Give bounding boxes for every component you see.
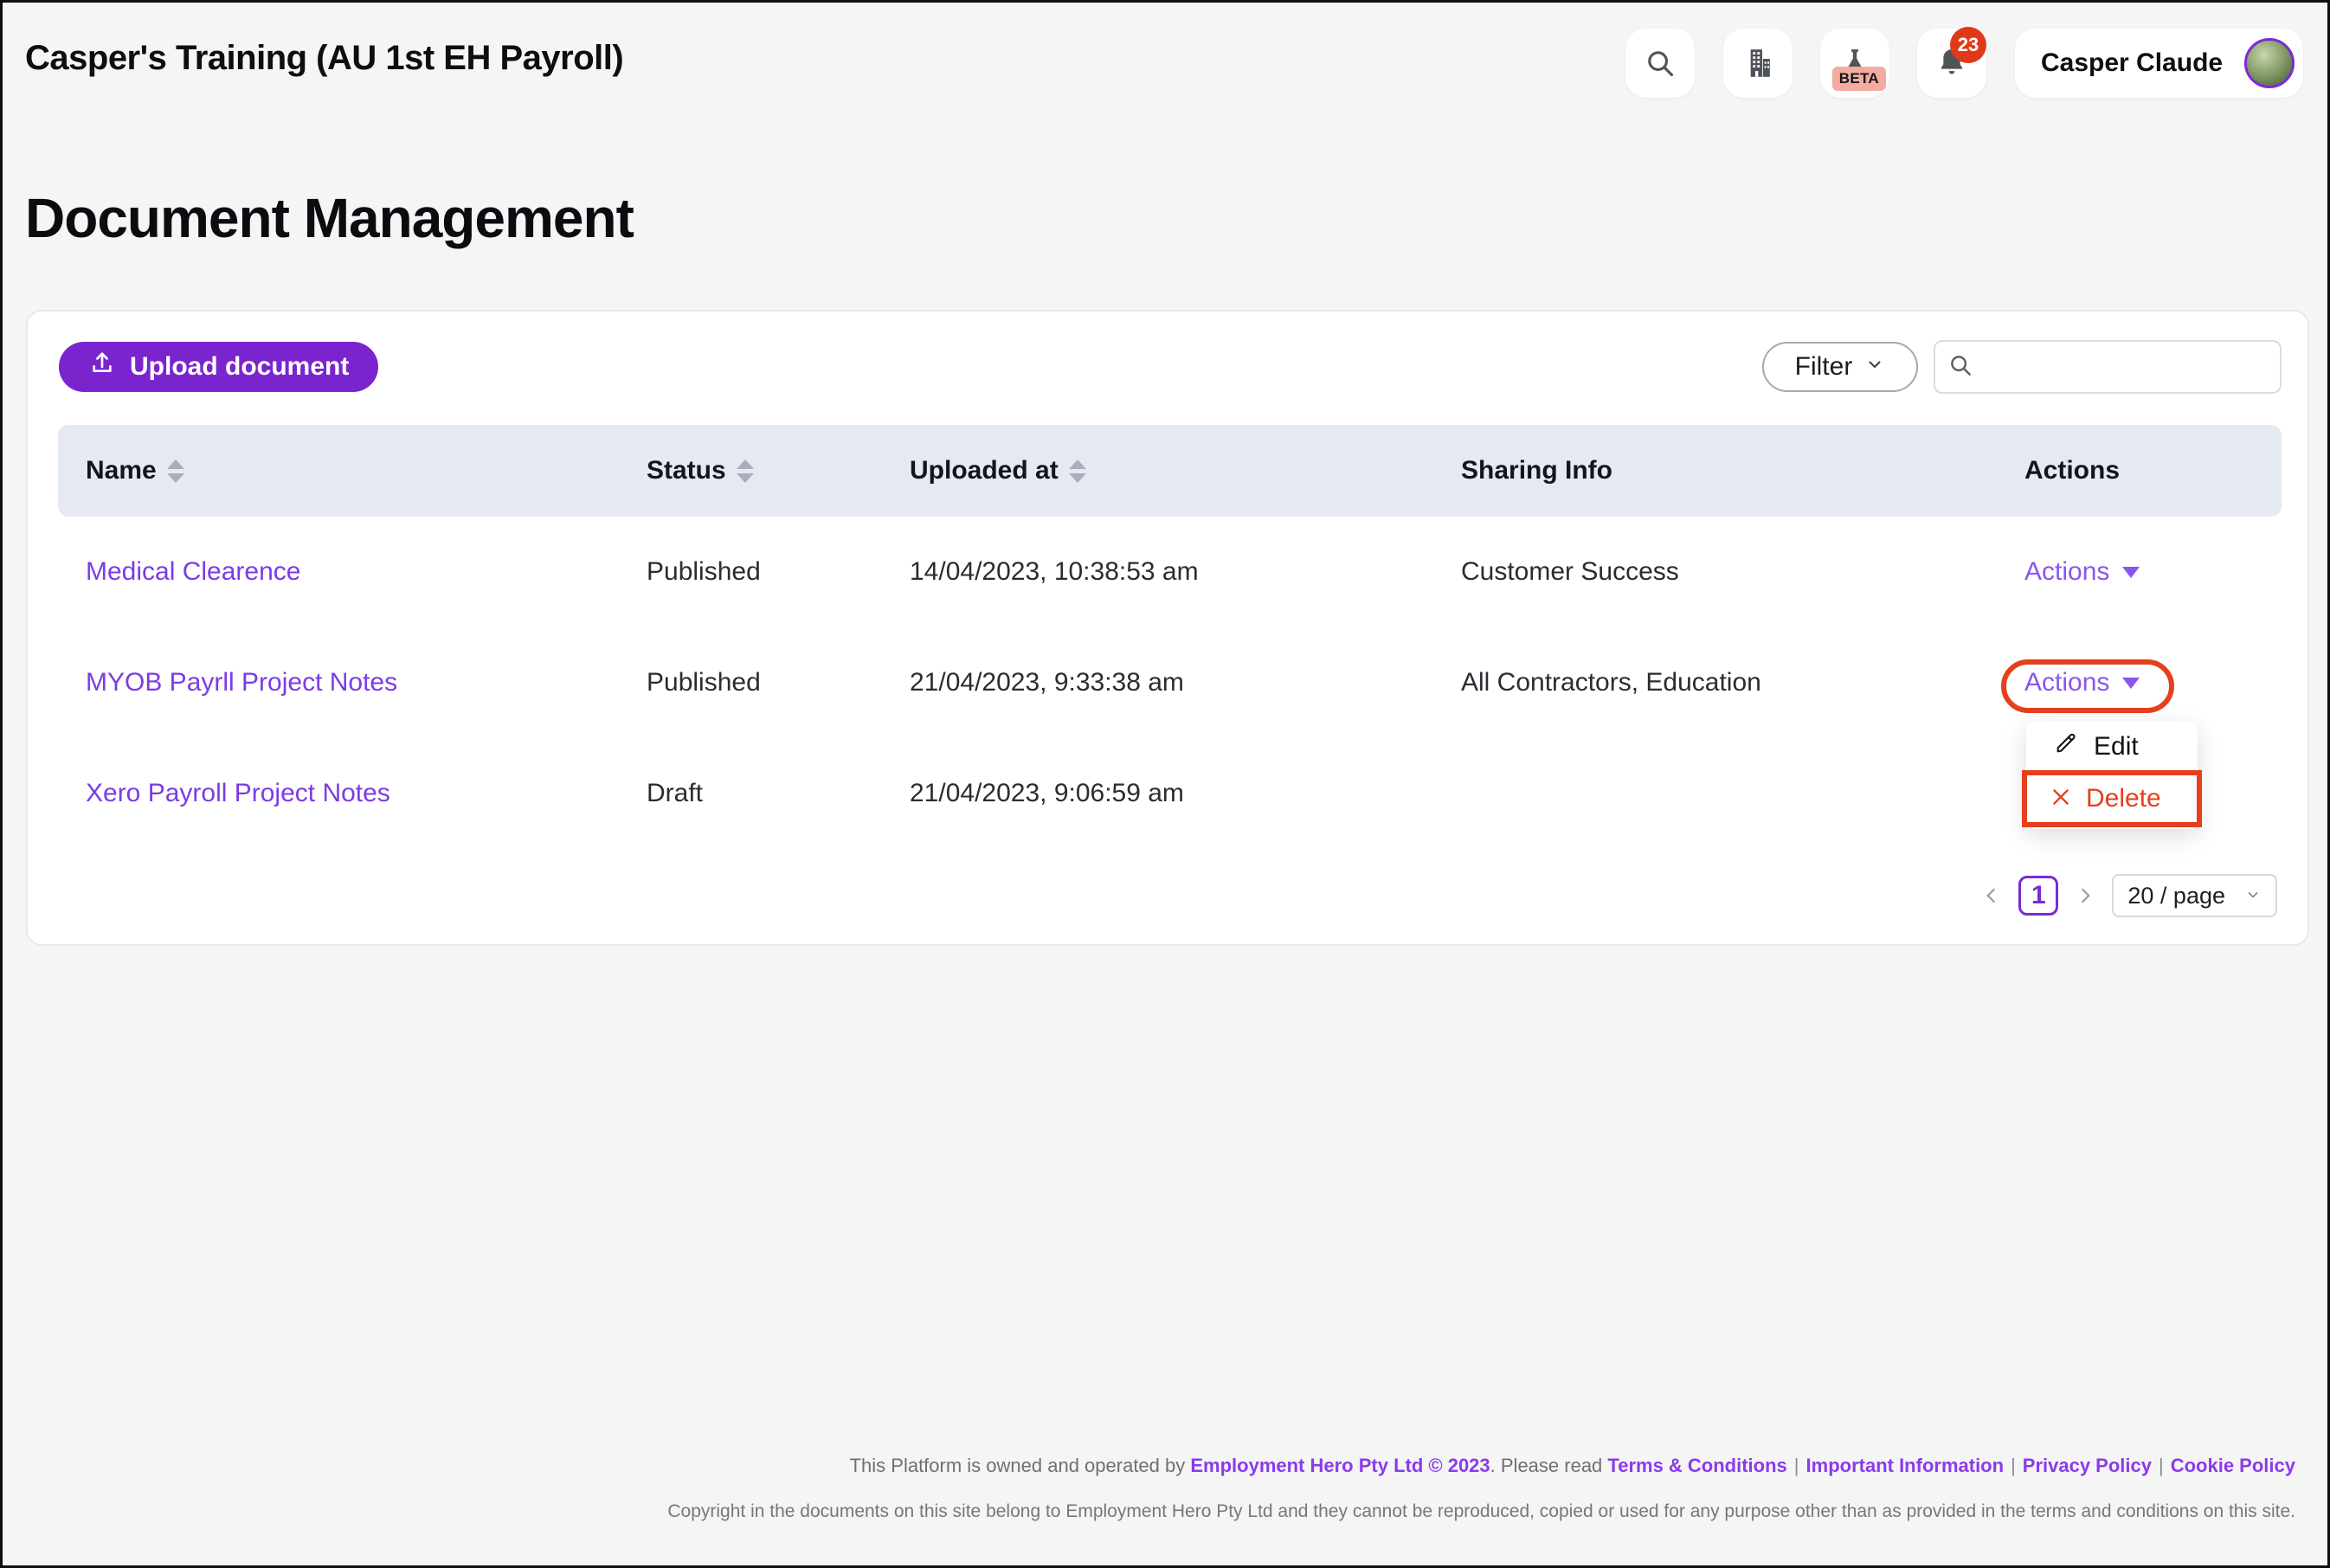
table-search[interactable] [1934, 340, 2282, 394]
organisation-button[interactable] [1723, 29, 1793, 98]
beta-badge: BETA [1832, 67, 1886, 91]
uploaded-at-cell: 21/04/2023, 9:33:38 am [910, 668, 1461, 697]
chevron-down-icon [2244, 883, 2262, 909]
notification-count-badge: 23 [1950, 27, 1986, 63]
table-header: Name Status Uploaded at Sharing Info Act… [58, 425, 2282, 517]
page-number-button[interactable]: 1 [2018, 876, 2058, 916]
menu-item-edit[interactable]: Edit [2026, 722, 2198, 772]
company-link[interactable]: Employment Hero Pty Ltd © 2023 [1190, 1455, 1490, 1476]
menu-item-delete[interactable]: Delete [2086, 784, 2161, 813]
sort-icon[interactable] [737, 459, 754, 483]
footer-legal-line: This Platform is owned and operated by E… [850, 1455, 2295, 1477]
table-body: Medical Clearence Published 14/04/2023, … [58, 517, 2282, 849]
column-header-actions: Actions [2024, 456, 2282, 485]
upload-document-button[interactable]: Upload document [59, 342, 378, 392]
search-icon [1947, 352, 1973, 382]
column-header-status[interactable]: Status [647, 456, 910, 485]
privacy-link[interactable]: Privacy Policy [2023, 1455, 2152, 1476]
x-icon [2050, 786, 2072, 813]
cookie-link[interactable]: Cookie Policy [2171, 1455, 2295, 1476]
global-search-button[interactable] [1625, 29, 1695, 98]
previous-page-button[interactable] [1980, 884, 2003, 907]
sharing-info-cell: Customer Success [1461, 557, 2024, 587]
uploaded-at-cell: 14/04/2023, 10:38:53 am [910, 557, 1461, 587]
table-row: MYOB Payrll Project Notes Published 21/0… [58, 627, 2282, 738]
caret-down-icon [2122, 678, 2140, 689]
documents-card: Upload document Filter Name Status [26, 310, 2309, 946]
search-icon [1644, 47, 1677, 80]
column-header-name[interactable]: Name [86, 456, 647, 485]
annotation-rectangle-delete: Delete [2022, 770, 2202, 827]
actions-dropdown-trigger[interactable]: Actions [2024, 557, 2140, 587]
column-header-uploaded-at[interactable]: Uploaded at [910, 456, 1461, 485]
beta-features-button[interactable]: BETA [1820, 29, 1889, 98]
status-cell: Published [647, 668, 910, 697]
table-row: Xero Payroll Project Notes Draft 21/04/2… [58, 738, 2282, 849]
avatar [2244, 38, 2295, 88]
actions-dropdown-trigger[interactable]: Actions [2024, 668, 2140, 697]
user-menu-button[interactable]: Casper Claude [2015, 29, 2303, 98]
org-title: Casper's Training (AU 1st EH Payroll) [25, 39, 623, 78]
table-row: Medical Clearence Published 14/04/2023, … [58, 517, 2282, 627]
column-header-sharing-info: Sharing Info [1461, 456, 2024, 485]
screen: Casper's Training (AU 1st EH Payroll) [0, 0, 2330, 1568]
chevron-down-icon [1864, 352, 1885, 382]
user-name: Casper Claude [2041, 48, 2244, 78]
page-title: Document Management [25, 186, 634, 250]
building-icon [1741, 46, 1775, 80]
status-cell: Draft [647, 779, 910, 808]
upload-label: Upload document [130, 352, 349, 382]
footer-copyright-line: Copyright in the documents on this site … [667, 1501, 2295, 1522]
caret-down-icon [2122, 567, 2140, 578]
filter-button[interactable]: Filter [1762, 342, 1918, 392]
document-link[interactable]: MYOB Payrll Project Notes [86, 668, 397, 697]
uploaded-at-cell: 21/04/2023, 9:06:59 am [910, 779, 1461, 808]
pagination: 1 20 / page [1980, 874, 2277, 917]
status-cell: Published [647, 557, 910, 587]
pencil-icon [2054, 731, 2078, 762]
page-size-select[interactable]: 20 / page [2112, 874, 2277, 917]
document-link[interactable]: Xero Payroll Project Notes [86, 779, 390, 807]
notifications-button[interactable]: 23 [1917, 29, 1986, 98]
filter-label: Filter [1795, 352, 1853, 382]
sharing-info-cell: All Contractors, Education [1461, 668, 2024, 697]
sort-icon[interactable] [167, 459, 184, 483]
terms-link[interactable]: Terms & Conditions [1607, 1455, 1786, 1476]
sort-icon[interactable] [1069, 459, 1086, 483]
upload-icon [88, 350, 116, 384]
search-input[interactable] [1982, 352, 2298, 382]
next-page-button[interactable] [2074, 884, 2096, 907]
document-link[interactable]: Medical Clearence [86, 557, 300, 586]
important-info-link[interactable]: Important Information [1806, 1455, 2005, 1476]
